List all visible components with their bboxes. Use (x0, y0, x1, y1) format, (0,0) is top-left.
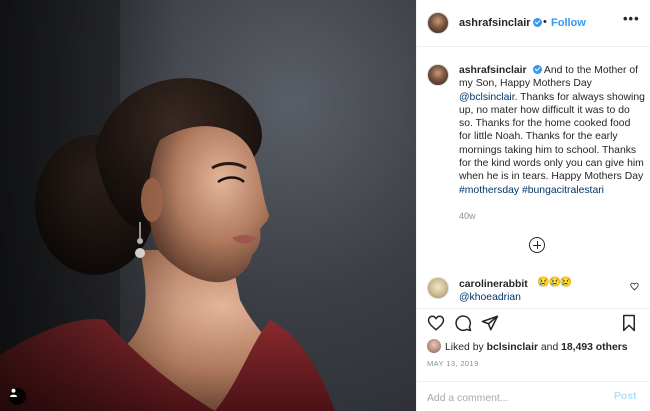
liked-by-user[interactable]: bclsinclair (487, 342, 538, 353)
comment-emojis: 😢😢😢 (537, 277, 572, 288)
comment-bubble-icon[interactable] (454, 314, 472, 332)
liker-avatar[interactable] (427, 339, 441, 353)
comment-text[interactable]: @khoeadrian (459, 292, 521, 303)
verified-badge-icon (532, 65, 542, 74)
post-actions: Liked by bclsinclair and 18,493 others M… (417, 308, 650, 411)
tagged-users-icon[interactable] (9, 388, 26, 405)
post-photo[interactable] (0, 0, 416, 411)
author-username[interactable]: ashrafsinclair (459, 17, 531, 29)
post-caption: ashrafsinclair And to the Mother of my S… (459, 64, 645, 197)
comment-input[interactable] (427, 390, 597, 406)
save-bookmark-icon[interactable] (620, 314, 638, 332)
caption-age[interactable]: 40w (459, 211, 476, 221)
hashtag-mothersday[interactable]: #mothersday (459, 185, 519, 196)
liked-by-prefix: Liked by (445, 342, 484, 353)
post-header: ashrafsinclair • Follow ••• (417, 0, 650, 47)
follow-button[interactable]: Follow (551, 17, 586, 29)
portrait-illustration (0, 0, 335, 411)
comment-item: carolinerabbit 😢😢😢 @khoeadrian (417, 272, 650, 308)
post-comment-button[interactable]: Post (614, 391, 637, 402)
post-date[interactable]: MAY 13, 2019 (427, 359, 479, 368)
share-paper-plane-icon[interactable] (481, 314, 499, 332)
liked-by-line: Liked by bclsinclair and 18,493 others (427, 339, 628, 355)
comment-username[interactable]: carolinerabbit (459, 279, 528, 290)
caption-avatar[interactable] (427, 64, 449, 86)
load-more-comments-icon[interactable] (529, 237, 545, 253)
post-details-panel: ashrafsinclair • Follow ••• ashrafsincla… (416, 0, 650, 411)
like-heart-icon[interactable] (427, 314, 445, 332)
like-comment-icon[interactable] (630, 282, 639, 291)
more-options-icon[interactable]: ••• (623, 11, 640, 26)
header-separator: • (543, 16, 547, 28)
commenter-avatar[interactable] (427, 277, 449, 299)
caption-username[interactable]: ashrafsinclair (459, 65, 527, 76)
likes-count[interactable]: 18,493 others (561, 342, 627, 353)
author-avatar[interactable] (427, 12, 449, 34)
hashtag-bungacitralestari[interactable]: #bungacitralestari (522, 185, 604, 196)
caption-text-2: . Thanks for always showing up, no mater… (459, 91, 645, 183)
verified-badge-icon (533, 18, 542, 27)
caption-mention[interactable]: @bclsinclair (459, 92, 515, 103)
add-comment-bar: Post (417, 381, 650, 411)
liked-by-and: and (540, 342, 559, 353)
